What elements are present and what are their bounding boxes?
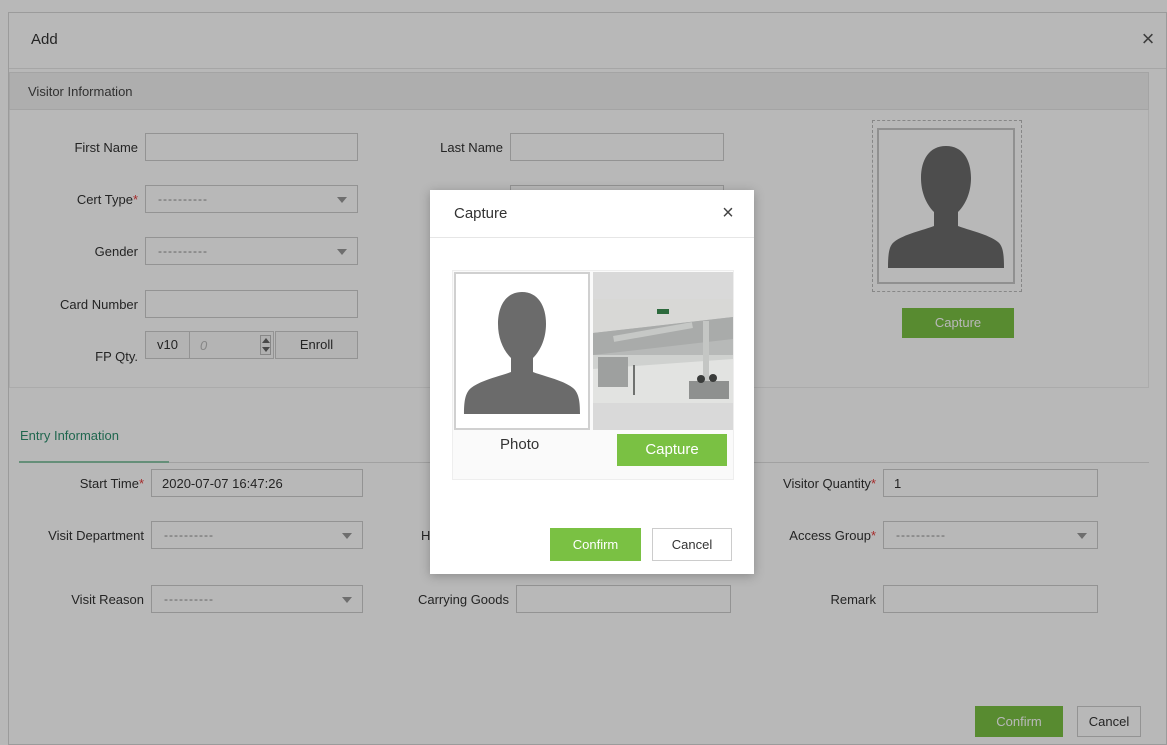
camera-preview (593, 272, 733, 430)
modal-capture-button[interactable]: Capture (617, 434, 727, 466)
modal-cancel-button[interactable]: Cancel (652, 528, 732, 561)
camera-feed-image (593, 299, 733, 403)
capture-modal-title: Capture (454, 205, 508, 222)
person-silhouette-icon (464, 292, 580, 414)
modal-confirm-button[interactable]: Confirm (550, 528, 641, 561)
capture-modal-divider (430, 237, 754, 238)
capture-modal-close-icon[interactable]: × (718, 202, 738, 224)
captured-photo-frame (454, 272, 590, 430)
capture-modal: Capture × Photo Capture Confirm Cancel (430, 190, 754, 574)
photo-label: Photo (500, 436, 540, 453)
